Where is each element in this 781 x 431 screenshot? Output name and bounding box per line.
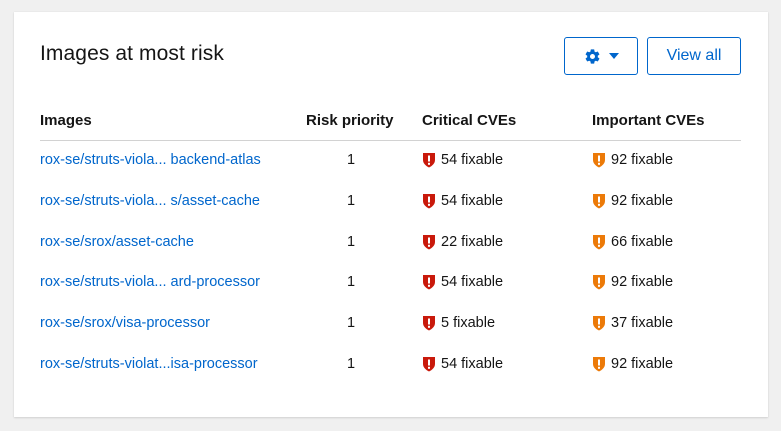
- gear-icon: [584, 48, 601, 65]
- critical-cves-cell: 54 fixable: [422, 150, 503, 170]
- header-critical-cves: Critical CVEs: [422, 112, 517, 129]
- critical-cves-value: 54 fixable: [441, 192, 504, 209]
- critical-cves-cell: 54 fixable: [422, 191, 503, 211]
- critical-cves-value: 54 fixable: [441, 152, 504, 168]
- image-link[interactable]: rox-se/struts-viola... backend-atlas: [40, 150, 261, 170]
- important-cves-value: 92 fixable: [611, 274, 674, 291]
- important-cves-value: 92 fixable: [611, 356, 674, 372]
- important-cves-cell: 92 fixable: [592, 150, 673, 170]
- critical-cves-value: 22 fixable: [441, 233, 504, 250]
- image-link[interactable]: rox-se/struts-viola... s/asset-cache: [40, 191, 260, 211]
- critical-cves-cell: 5 fixable: [422, 313, 495, 333]
- risk-priority-value: 1: [346, 274, 356, 291]
- risk-priority-value: 1: [346, 152, 356, 168]
- risk-priority-value: 1: [346, 356, 356, 372]
- image-link[interactable]: rox-se/srox/asset-cache: [40, 232, 194, 252]
- critical-cves-value: 5 fixable: [441, 315, 496, 332]
- important-severity-icon: [592, 193, 606, 209]
- important-cves-value: 92 fixable: [611, 152, 674, 168]
- critical-cves-cell: 54 fixable: [422, 272, 503, 292]
- settings-dropdown-button[interactable]: [564, 37, 638, 75]
- image-link[interactable]: rox-se/srox/visa-processor: [40, 313, 210, 333]
- important-cves-cell: 92 fixable: [592, 272, 673, 292]
- image-link[interactable]: rox-se/struts-violat...isa-processor: [40, 354, 258, 374]
- risk-priority-value: 1: [346, 315, 356, 332]
- header-important-cves: Important CVEs: [592, 112, 705, 129]
- table-row: rox-se/struts-viola... ard-processor 1 54 …: [40, 272, 741, 313]
- important-cves-cell: 66 fixable: [592, 232, 673, 252]
- important-cves-cell: 92 fixable: [592, 354, 673, 374]
- important-severity-icon: [592, 274, 606, 290]
- table-row: rox-se/struts-viola... s/asset-cache 1 54 …: [40, 191, 741, 232]
- caret-down-icon: [608, 53, 619, 59]
- risk-priority-value: 1: [346, 233, 356, 250]
- critical-severity-icon: [422, 274, 436, 290]
- important-cves-value: 92 fixable: [611, 192, 674, 209]
- critical-cves-cell: 22 fixable: [422, 232, 503, 252]
- critical-cves-value: 54 fixable: [441, 274, 504, 291]
- risk-priority-value: 1: [346, 192, 356, 209]
- table-header: Images Risk priority Critical CVEs Impor…: [40, 109, 741, 141]
- important-cves-cell: 92 fixable: [592, 191, 673, 211]
- view-all-button[interactable]: View all: [647, 37, 741, 75]
- important-severity-icon: [592, 152, 606, 168]
- critical-severity-icon: [422, 152, 436, 168]
- image-link[interactable]: rox-se/struts-viola... ard-processor: [40, 272, 260, 292]
- header-images: Images: [40, 112, 92, 129]
- card-title: Images at most risk: [40, 42, 224, 65]
- critical-severity-icon: [422, 193, 436, 209]
- important-severity-icon: [592, 234, 606, 250]
- critical-cves-cell: 54 fixable: [422, 354, 503, 374]
- important-cves-cell: 37 fixable: [592, 313, 673, 333]
- critical-severity-icon: [422, 356, 436, 372]
- table-row: rox-se/srox/asset-cache 1 22 fixable 66 fix…: [40, 232, 741, 273]
- important-severity-icon: [592, 356, 606, 372]
- important-cves-value: 37 fixable: [611, 315, 674, 332]
- table-row: rox-se/struts-viola... backend-atlas 1 54 …: [40, 150, 741, 191]
- header-risk-priority: Risk priority: [306, 112, 394, 129]
- critical-cves-value: 54 fixable: [441, 356, 504, 372]
- important-cves-value: 66 fixable: [611, 233, 674, 250]
- table-row: rox-se/struts-violat...isa-processor 1 54 …: [40, 354, 741, 395]
- important-severity-icon: [592, 315, 606, 331]
- images-at-most-risk-card: Images at most risk View all Images Risk…: [14, 12, 768, 417]
- critical-severity-icon: [422, 315, 436, 331]
- table-row: rox-se/srox/visa-processor 1 5 fixable 37 f…: [40, 313, 741, 354]
- critical-severity-icon: [422, 234, 436, 250]
